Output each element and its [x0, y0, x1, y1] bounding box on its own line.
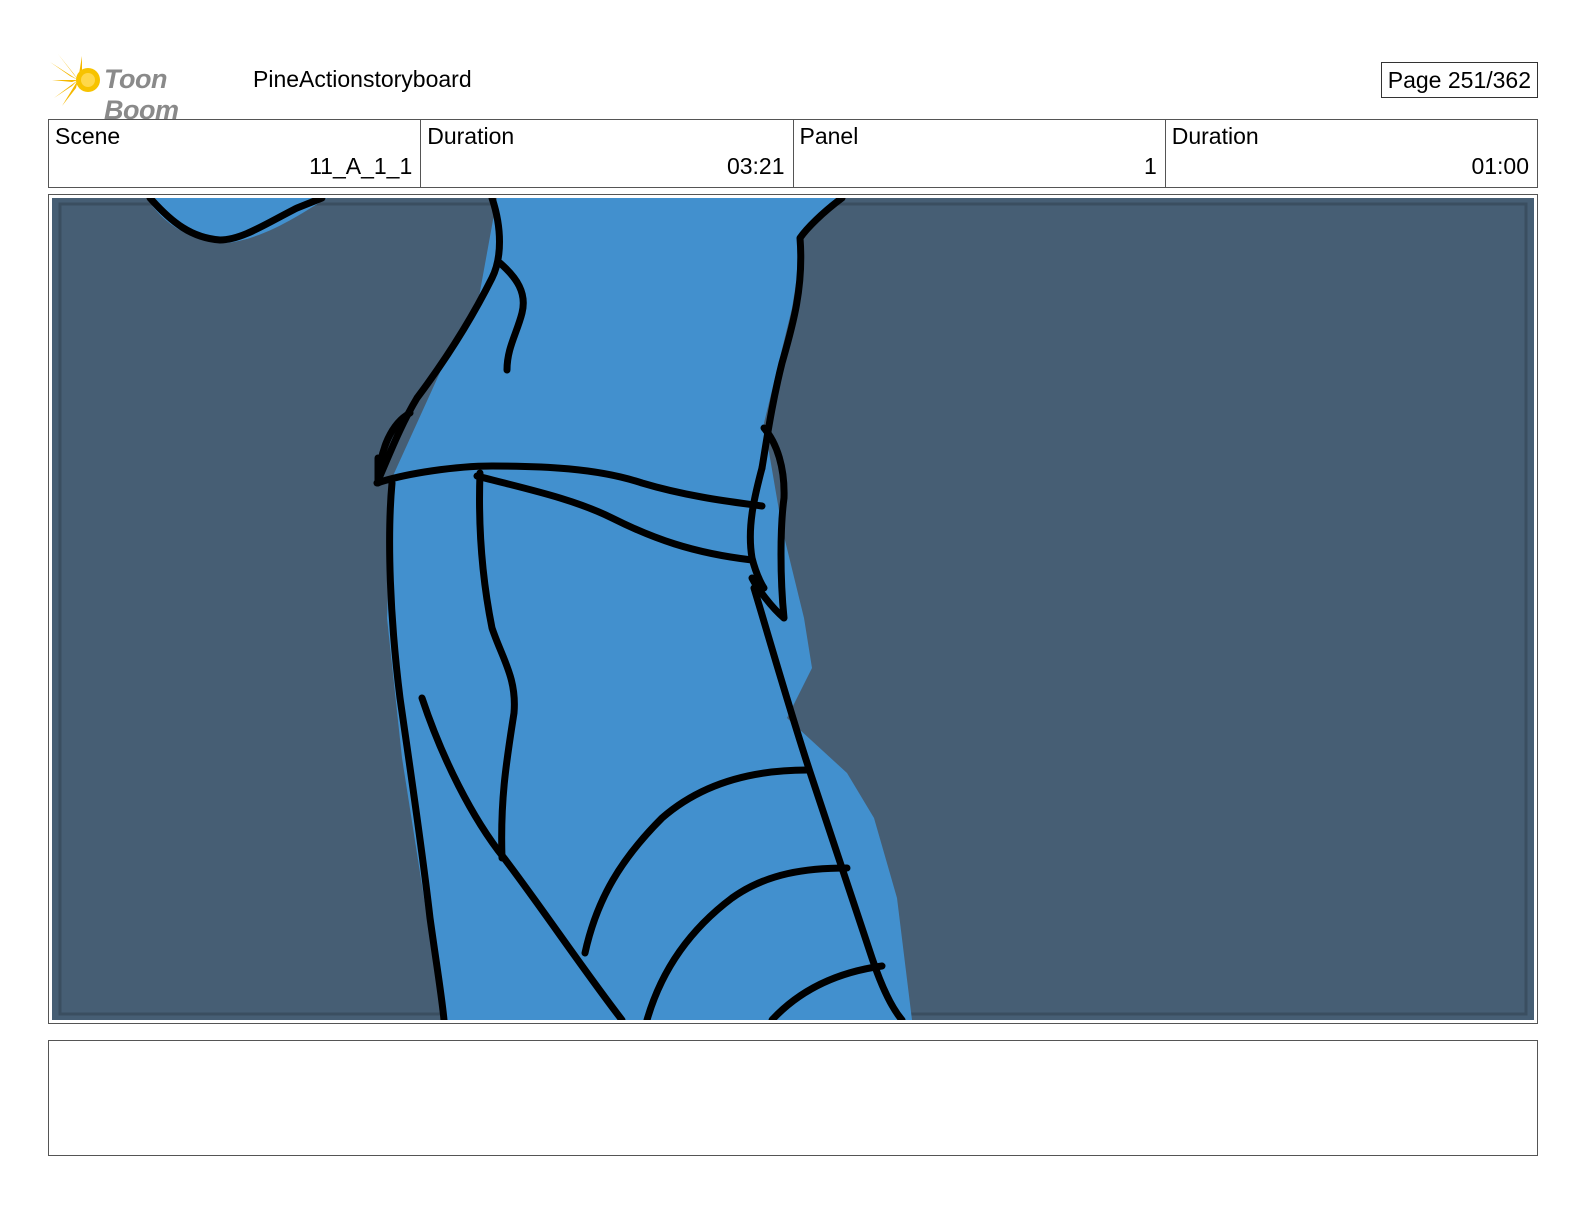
scene-info-table: Scene 11_A_1_1 Duration 03:21 Panel 1 Du… [48, 119, 1538, 188]
storyboard-panel [48, 194, 1538, 1024]
scene-duration-label: Duration [427, 123, 515, 149]
logo-text: Toon Boom [104, 64, 179, 125]
page-number: Page 251/362 [1380, 62, 1538, 98]
scene-label: Scene [55, 123, 121, 149]
panel-notes-box [48, 1040, 1538, 1156]
project-title: PineActionstoryboard [253, 66, 472, 92]
panel-value: 1 [1143, 153, 1157, 179]
starburst-logo-icon [50, 54, 100, 106]
scene-cell: Scene 11_A_1_1 [49, 120, 422, 187]
panel-drawing [52, 198, 1534, 1020]
page-header: Toon Boom PineActionstoryboard Page 251/… [48, 52, 1538, 125]
scene-duration-value: 03:21 [726, 153, 785, 179]
scene-duration-cell: Duration 03:21 [421, 120, 794, 187]
panel-duration-label: Duration [1171, 123, 1259, 149]
panel-duration-cell: Duration 01:00 [1166, 120, 1537, 187]
panel-duration-value: 01:00 [1471, 153, 1529, 179]
toon-boom-logo: Toon Boom [48, 52, 248, 125]
panel-label: Panel [799, 123, 859, 149]
panel-cell: Panel 1 [794, 120, 1166, 187]
scene-value: 11_A_1_1 [309, 153, 413, 179]
